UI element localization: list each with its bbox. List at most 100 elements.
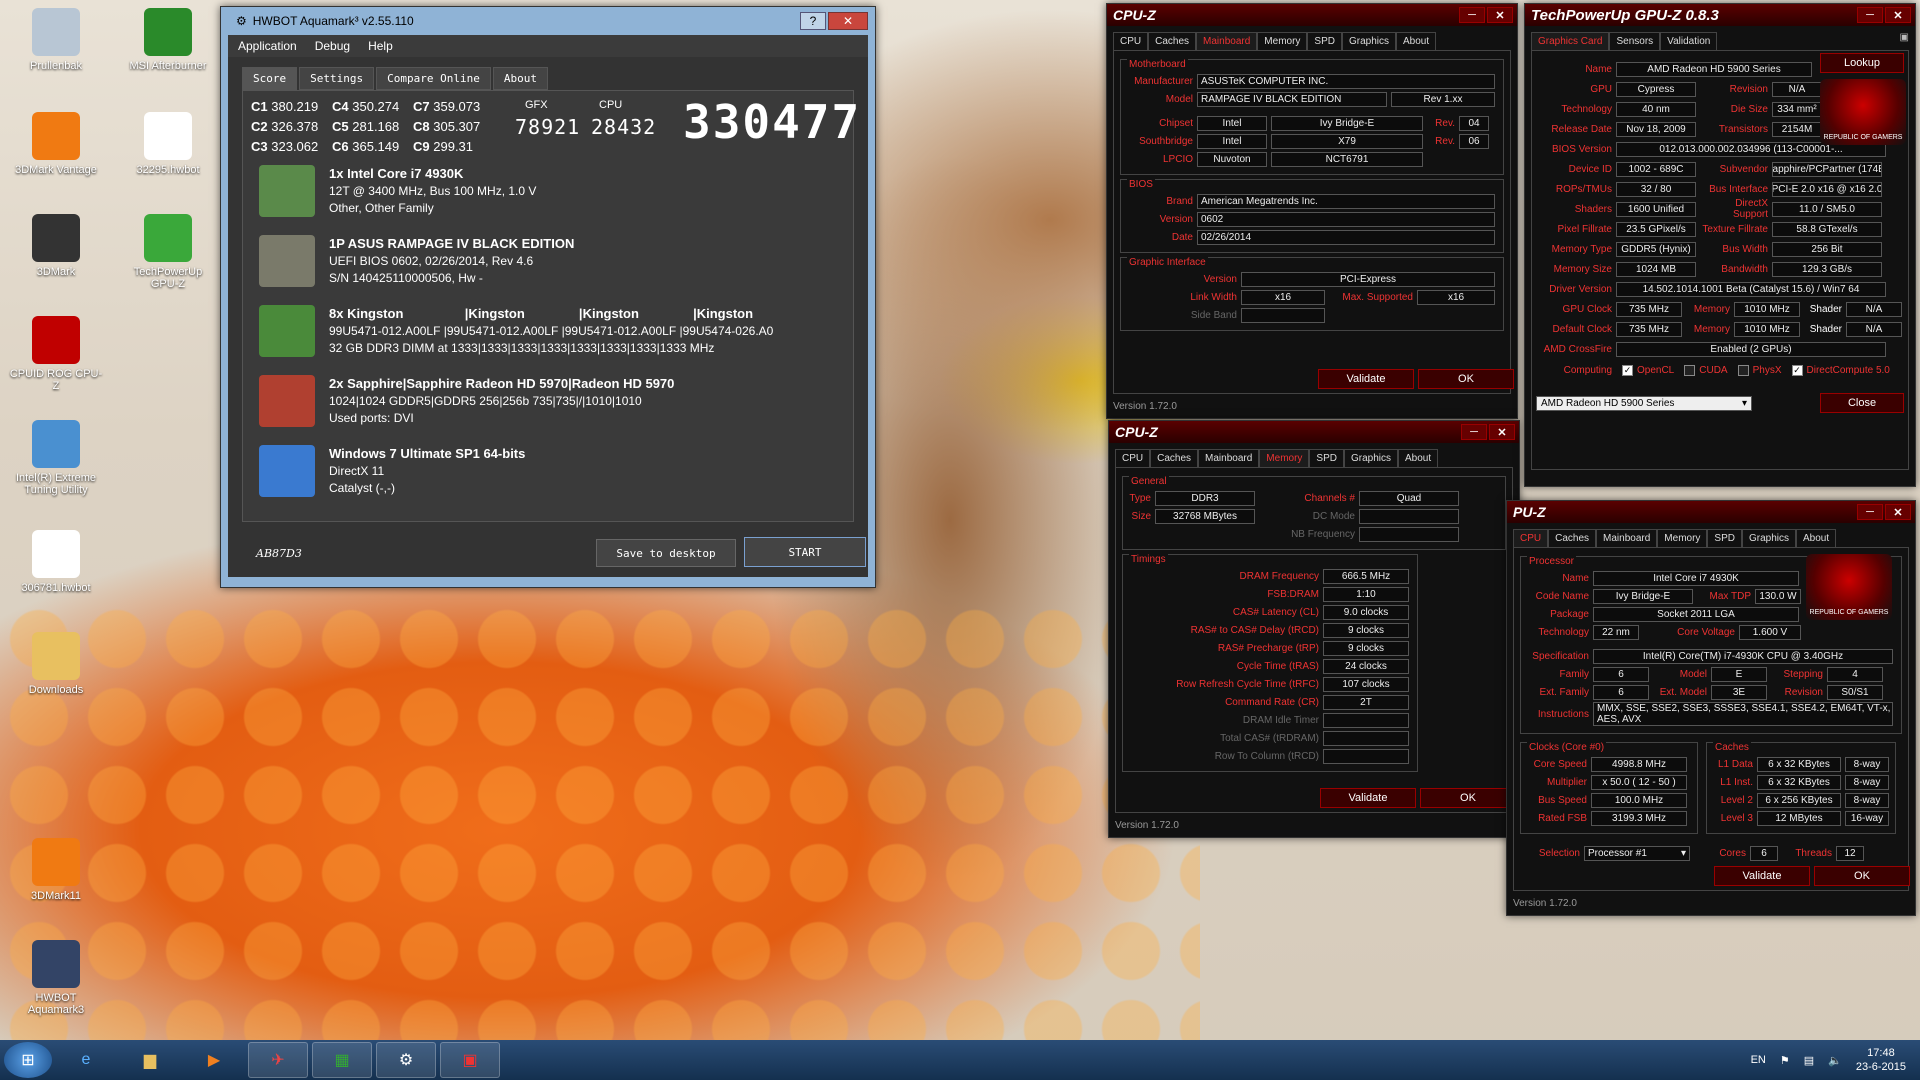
close-button[interactable]: ✕ bbox=[1489, 424, 1515, 440]
minimize-button[interactable]: ─ bbox=[1857, 504, 1883, 520]
help-button[interactable]: ? bbox=[800, 12, 826, 30]
tab-caches[interactable]: Caches bbox=[1148, 32, 1197, 50]
tab-cpu[interactable]: CPU bbox=[1513, 529, 1549, 547]
tab-graphics-card[interactable]: Graphics Card bbox=[1531, 32, 1610, 50]
tab-memory[interactable]: Memory bbox=[1259, 449, 1310, 467]
processor-select[interactable]: Processor #1 ▾ bbox=[1584, 845, 1690, 861]
cpuz-mainboard-window[interactable]: CPU-Z ─ ✕ CPU Caches Mainboard Memory SPD Graph… bbox=[1106, 3, 1518, 419]
save-to-desktop-button[interactable]: Save to desktop bbox=[596, 539, 736, 567]
tab-about[interactable]: About bbox=[1796, 529, 1837, 547]
desktop-icon-xtu[interactable]: Intel(R) Extreme Tuning Utility bbox=[8, 420, 104, 496]
desktop-icon-3dmark11[interactable]: 3DMark11 bbox=[8, 838, 104, 902]
volume-icon[interactable]: 🔈 bbox=[1828, 1054, 1842, 1067]
cpuz-cpu-window[interactable]: PU-Z ─ ✕ CPU Caches Mainboard Memory SPD Graphi… bbox=[1506, 500, 1916, 916]
start-button[interactable]: ⊞ bbox=[4, 1042, 52, 1078]
tab-caches[interactable]: Caches bbox=[1150, 449, 1199, 467]
checkbox-cuda[interactable] bbox=[1684, 364, 1696, 376]
taskbar-aquamark[interactable]: ⚙ bbox=[376, 1042, 436, 1078]
checkbox-directcompute-5-0[interactable]: ✓ bbox=[1791, 364, 1803, 376]
aquamark-titlebar[interactable]: ⚙ HWBOT Aquamark³ v2.55.110 ? ✕ bbox=[228, 7, 868, 35]
ok-button[interactable]: OK bbox=[1420, 788, 1516, 808]
tab-cpu[interactable]: CPU bbox=[1113, 32, 1149, 50]
tab-mainboard[interactable]: Mainboard bbox=[1596, 529, 1658, 547]
cpuz-cpu-titlebar[interactable]: PU-Z ─ ✕ bbox=[1507, 501, 1915, 523]
close-button[interactable]: ✕ bbox=[1487, 7, 1513, 23]
voltage-value: 1.600 V bbox=[1739, 624, 1801, 640]
close-button[interactable]: ✕ bbox=[1885, 7, 1911, 23]
tab-spd[interactable]: SPD bbox=[1307, 32, 1342, 50]
clock-row: Rated FSB 3199.3 MHz bbox=[1527, 809, 1691, 827]
gpuz-titlebar[interactable]: TechPowerUp GPU-Z 0.8.3 ─ ✕ bbox=[1525, 4, 1915, 26]
cpu-chip-icon bbox=[259, 165, 315, 217]
camera-icon[interactable]: ▣ bbox=[1900, 32, 1909, 50]
gpuz-window[interactable]: TechPowerUp GPU-Z 0.8.3 ─ ✕ Graphics Card … bbox=[1524, 3, 1916, 487]
taskbar-explorer[interactable]: ▆ bbox=[120, 1042, 180, 1078]
desktop-icon-gpuz[interactable]: TechPowerUp GPU-Z bbox=[120, 214, 216, 290]
motherboard-group: Motherboard Manufacturer ASUSTeK COMPUTER… bbox=[1120, 59, 1504, 175]
tab-graphics[interactable]: Graphics bbox=[1341, 32, 1396, 50]
desktop-icon-recycle-bin[interactable]: Prullenbak bbox=[8, 8, 104, 72]
language-indicator[interactable]: EN bbox=[1751, 1054, 1766, 1066]
stepping-label: Stepping bbox=[1783, 668, 1823, 680]
desktop-icon-file[interactable]: 32295.hwbot bbox=[120, 112, 216, 176]
validate-button[interactable]: Validate bbox=[1714, 866, 1810, 886]
tab-mainboard[interactable]: Mainboard bbox=[1198, 449, 1260, 467]
gpu-select[interactable]: AMD Radeon HD 5900 Series ▾ bbox=[1536, 395, 1752, 411]
tab-memory[interactable]: Memory bbox=[1257, 32, 1308, 50]
validate-button[interactable]: Validate bbox=[1320, 788, 1416, 808]
aquamark-window[interactable]: ⚙ HWBOT Aquamark³ v2.55.110 ? ✕ Applicat… bbox=[220, 6, 876, 588]
menu-help[interactable]: Help bbox=[368, 39, 393, 53]
desktop-icon-aquamark[interactable]: HWBOT Aquamark3 bbox=[8, 940, 104, 1016]
checkbox-physx[interactable] bbox=[1737, 364, 1749, 376]
tab-about[interactable]: About bbox=[1396, 32, 1437, 50]
cpuz-memory-window[interactable]: CPU-Z ─ ✕ CPU Caches Mainboard Memory SPD Graph… bbox=[1108, 420, 1520, 838]
desktop-icon-file[interactable]: 306781.hwbot bbox=[8, 530, 104, 594]
tab-score[interactable]: Score bbox=[242, 67, 298, 90]
taskbar-ie[interactable]: e bbox=[56, 1042, 116, 1078]
taskbar-cpuz[interactable]: ▣ bbox=[440, 1042, 500, 1078]
close-button[interactable]: Close bbox=[1820, 393, 1904, 413]
tab-cpu[interactable]: CPU bbox=[1115, 449, 1151, 467]
tab-settings[interactable]: Settings bbox=[299, 67, 375, 90]
close-button[interactable]: ✕ bbox=[828, 12, 868, 30]
start-button[interactable]: START bbox=[744, 537, 866, 567]
tab-about[interactable]: About bbox=[1398, 449, 1439, 467]
tab-sensors[interactable]: Sensors bbox=[1609, 32, 1661, 50]
ok-button[interactable]: OK bbox=[1814, 866, 1910, 886]
tab-graphics[interactable]: Graphics bbox=[1741, 529, 1796, 547]
desktop-icon-3dmark-vantage[interactable]: 3DMark Vantage bbox=[8, 112, 104, 176]
cpuz-memory-titlebar[interactable]: CPU-Z ─ ✕ bbox=[1109, 421, 1519, 443]
menu-debug[interactable]: Debug bbox=[315, 39, 350, 53]
tab-mainboard[interactable]: Mainboard bbox=[1196, 32, 1258, 50]
taskbar-gpuz[interactable]: ▦ bbox=[312, 1042, 372, 1078]
network-icon[interactable]: ▤ bbox=[1804, 1054, 1814, 1067]
tab-memory[interactable]: Memory bbox=[1657, 529, 1708, 547]
tab-spd[interactable]: SPD bbox=[1309, 449, 1344, 467]
clock[interactable]: 17:48 23-6-2015 bbox=[1856, 1046, 1906, 1074]
validate-button[interactable]: Validate bbox=[1318, 369, 1414, 389]
menu-application[interactable]: Application bbox=[238, 39, 297, 53]
desktop-icon-3dmark[interactable]: 3DMark bbox=[8, 214, 104, 278]
taskbar-media[interactable]: ▶ bbox=[184, 1042, 244, 1078]
tab-caches[interactable]: Caches bbox=[1548, 529, 1597, 547]
lookup-button[interactable]: Lookup bbox=[1820, 53, 1904, 73]
tray-icon[interactable]: ⚑ bbox=[1780, 1054, 1790, 1067]
desktop-icon-afterburner[interactable]: MSI Afterburner bbox=[120, 8, 216, 72]
taskbar-afterburner[interactable]: ✈ bbox=[248, 1042, 308, 1078]
hardware-detail: 99U5471-012.A00LF |99U5471-012.A00LF |99… bbox=[329, 324, 774, 338]
tab-compare-online[interactable]: Compare Online bbox=[376, 67, 491, 90]
ok-button[interactable]: OK bbox=[1418, 369, 1514, 389]
checkbox-opencl[interactable]: ✓ bbox=[1622, 364, 1633, 376]
minimize-button[interactable]: ─ bbox=[1857, 7, 1883, 23]
close-button[interactable]: ✕ bbox=[1885, 504, 1911, 520]
minimize-button[interactable]: ─ bbox=[1459, 7, 1485, 23]
desktop-icon-rog-cpuz[interactable]: CPUID ROG CPU-Z bbox=[8, 316, 104, 392]
timing-row: Row Refresh Cycle Time (tRFC) 107 clocks bbox=[1129, 675, 1411, 693]
cpuz-mainboard-titlebar[interactable]: CPU-Z ─ ✕ bbox=[1107, 4, 1517, 26]
desktop-icon-folder[interactable]: Downloads bbox=[8, 632, 104, 696]
tab-graphics[interactable]: Graphics bbox=[1343, 449, 1398, 467]
tab-validation[interactable]: Validation bbox=[1660, 32, 1718, 50]
tab-about[interactable]: About bbox=[492, 67, 548, 90]
tab-spd[interactable]: SPD bbox=[1707, 529, 1742, 547]
minimize-button[interactable]: ─ bbox=[1461, 424, 1487, 440]
